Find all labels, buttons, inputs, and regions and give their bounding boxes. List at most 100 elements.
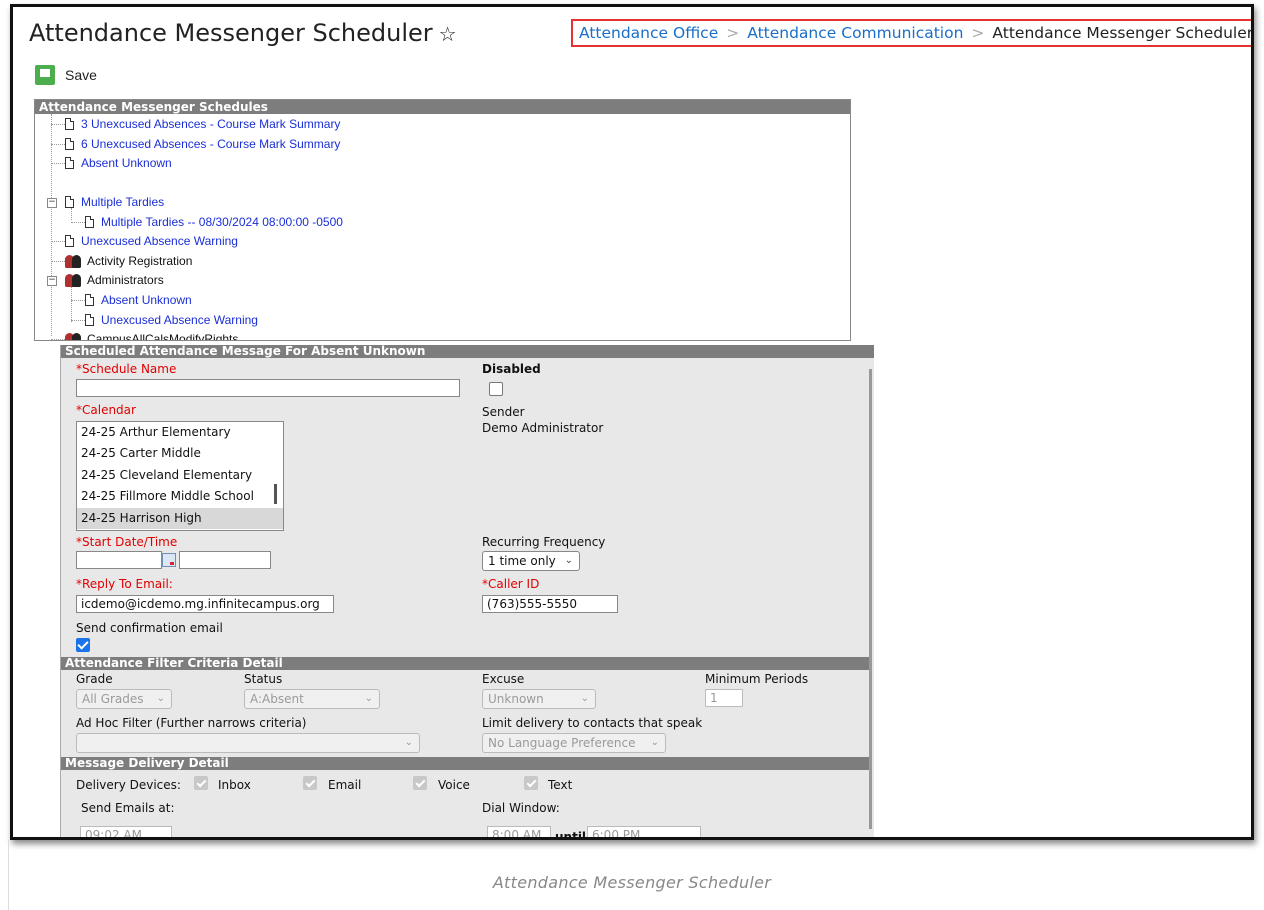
chevron-down-icon: ⌄ [580, 693, 589, 704]
recurring-frequency-value: 1 time only [488, 554, 556, 568]
minimum-periods-label: Minimum Periods [705, 672, 809, 686]
page-title-text: Attendance Messenger Scheduler [29, 19, 433, 47]
language-limit-label: Limit delivery to contacts that speak [482, 716, 703, 730]
schedule-name-input[interactable] [76, 379, 460, 397]
tree-item[interactable]: Multiple Tardies [65, 192, 164, 212]
sender-label: Sender [482, 405, 525, 419]
calendar-option[interactable]: 24-25 Cleveland Elementary [77, 465, 283, 486]
grade-value: All Grades [82, 692, 144, 706]
listbox-scrollbar[interactable] [274, 484, 277, 504]
calendar-icon[interactable] [162, 553, 176, 567]
tree-item[interactable]: Absent Unknown [85, 290, 192, 310]
tree-item[interactable]: CampusAllCalsModifyRights [65, 329, 238, 340]
excuse-select[interactable]: Unknown ⌄ [482, 689, 596, 709]
chevron-right-icon: > [971, 24, 985, 42]
chevron-right-icon: > [726, 24, 740, 42]
language-limit-select[interactable]: No Language Preference ⌄ [482, 733, 666, 753]
disabled-checkbox[interactable] [489, 382, 503, 396]
inbox-label: Inbox [218, 778, 251, 792]
document-icon [65, 138, 74, 150]
user-group-icon [65, 254, 82, 269]
star-icon[interactable]: ☆ [439, 22, 457, 46]
dial-end-input[interactable]: 6:00 PM [587, 826, 701, 837]
tree-item[interactable]: Unexcused Absence Warning [85, 310, 258, 330]
app-window: Attendance Messenger Scheduler ☆ Attendan… [10, 4, 1254, 840]
start-date-input[interactable] [76, 551, 162, 569]
document-icon [65, 157, 74, 169]
page-title: Attendance Messenger Scheduler ☆ [29, 19, 457, 47]
tree-item[interactable]: Multiple Tardies -- 08/30/2024 08:00:00 … [85, 212, 343, 232]
document-icon [65, 235, 74, 247]
text-checkbox[interactable] [524, 776, 538, 790]
language-limit-value: No Language Preference [488, 736, 636, 750]
chevron-down-icon: ⌄ [564, 555, 573, 566]
chevron-down-icon: ⌄ [156, 693, 165, 704]
reply-email-input[interactable]: icdemo@icdemo.mg.infinitecampus.org [76, 595, 334, 613]
filter-criteria-header: Attendance Filter Criteria Detail [61, 657, 869, 670]
voice-checkbox[interactable] [413, 776, 427, 790]
dial-window-label: Dial Window: [482, 801, 560, 815]
collapse-icon[interactable]: − [47, 198, 57, 208]
document-icon [65, 196, 74, 208]
reply-email-label: *Reply To Email: [76, 577, 173, 591]
tree-item[interactable]: 6 Unexcused Absences - Course Mark Summa… [65, 134, 340, 154]
breadcrumb-attendance-communication[interactable]: Attendance Communication [747, 24, 963, 42]
tree-item[interactable]: Administrators [65, 270, 164, 290]
email-label: Email [328, 778, 362, 792]
schedules-tree-header: Attendance Messenger Schedules [35, 100, 850, 114]
schedule-form-panel: Scheduled Attendance Message For Absent … [60, 345, 874, 840]
until-label: until [555, 830, 587, 840]
inbox-checkbox[interactable] [194, 776, 208, 790]
save-icon [35, 65, 55, 85]
recurring-frequency-select[interactable]: 1 time only ⌄ [482, 551, 580, 571]
form-scrollbar[interactable] [869, 369, 872, 829]
voice-label: Voice [438, 778, 470, 792]
breadcrumb-current: Attendance Messenger Scheduler [992, 24, 1254, 42]
confirmation-email-label: Send confirmation email [76, 621, 223, 635]
calendar-option-selected[interactable]: 24-25 Harrison High [77, 507, 283, 529]
user-group-icon [65, 332, 82, 340]
start-datetime-label: *Start Date/Time [76, 535, 178, 549]
tree-item[interactable]: Activity Registration [65, 251, 192, 271]
status-label: Status [244, 672, 283, 686]
confirmation-email-checkbox[interactable] [76, 638, 90, 652]
adhoc-filter-label: Ad Hoc Filter (Further narrows criteria) [76, 716, 307, 730]
chevron-down-icon: ⌄ [404, 737, 413, 748]
caller-id-input[interactable]: (763)555-5550 [482, 595, 618, 613]
document-icon [85, 216, 94, 228]
calendar-label: *Calendar [76, 403, 136, 417]
status-value: A:Absent [250, 692, 304, 706]
caller-id-label: *Caller ID [482, 577, 540, 591]
document-icon [85, 314, 94, 326]
chevron-down-icon: ⌄ [650, 737, 659, 748]
grade-label: Grade [76, 672, 113, 686]
calendar-option[interactable]: 24-25 Arthur Elementary [77, 422, 283, 443]
dial-start-input[interactable]: 8:00 AM [487, 826, 551, 837]
breadcrumb: Attendance Office > Attendance Communica… [571, 19, 1254, 47]
adhoc-filter-select[interactable]: ⌄ [76, 733, 420, 753]
collapse-icon[interactable]: − [47, 276, 57, 286]
calendar-option[interactable]: 24-25 Carter Middle [77, 443, 283, 464]
grade-select[interactable]: All Grades ⌄ [76, 689, 172, 709]
tree-item[interactable]: Absent Unknown [65, 153, 172, 173]
status-select[interactable]: A:Absent ⌄ [244, 689, 380, 709]
tree-item[interactable]: Unexcused Absence Warning [65, 231, 238, 251]
send-emails-time-input[interactable]: 09:02 AM [80, 826, 172, 837]
document-icon [85, 294, 94, 306]
minimum-periods-input[interactable]: 1 [705, 689, 743, 707]
document-icon [65, 118, 74, 130]
email-checkbox[interactable] [303, 776, 317, 790]
user-group-icon [65, 273, 82, 288]
send-emails-label: Send Emails at: [81, 801, 175, 815]
delivery-devices-label: Delivery Devices: [76, 778, 181, 792]
calendar-listbox[interactable]: 24-25 Arthur Elementary 24-25 Carter Mid… [76, 421, 284, 531]
schedules-tree: − − 3 Unexcused Absences - Course Mark S… [35, 114, 850, 340]
save-button-label: Save [65, 67, 97, 83]
tree-item[interactable]: 3 Unexcused Absences - Course Mark Summa… [65, 114, 340, 134]
excuse-label: Excuse [482, 672, 525, 686]
calendar-option[interactable]: 24-25 Fillmore Middle School [77, 486, 283, 507]
save-button[interactable]: Save [35, 65, 97, 85]
start-time-input[interactable] [179, 551, 271, 569]
breadcrumb-attendance-office[interactable]: Attendance Office [579, 24, 718, 42]
schedule-form-header: Scheduled Attendance Message For Absent … [61, 345, 874, 358]
